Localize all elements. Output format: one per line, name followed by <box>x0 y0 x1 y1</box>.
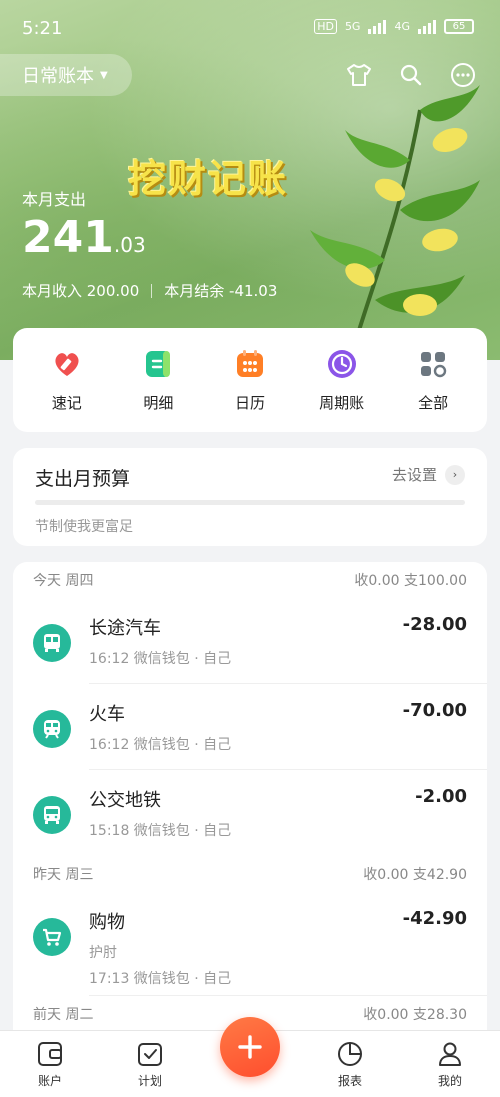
hero-header: 5:21 HD 5G 4G 65 日常账本 ▼ 挖财记账 本月支出 241.03… <box>0 0 500 360</box>
add-record-button[interactable] <box>220 1017 280 1077</box>
transaction-amount: -42.90 <box>402 908 467 929</box>
nav-accounts[interactable]: 账户 <box>10 1040 90 1089</box>
heart-pencil-icon <box>51 348 83 380</box>
quick-action-label: 周期账 <box>319 393 365 412</box>
signal-icon-2 <box>418 18 436 34</box>
nav-reports[interactable]: 报表 <box>310 1040 390 1089</box>
quick-action-label: 日历 <box>234 393 265 412</box>
network-5g-label: 5G <box>344 19 361 33</box>
plus-icon <box>238 1035 262 1059</box>
nav-label: 我的 <box>437 1073 462 1088</box>
train-icon <box>33 710 71 748</box>
battery-icon: 65 <box>444 18 474 34</box>
status-indicators: HD 5G 4G 65 <box>314 18 474 34</box>
quick-action-recurring[interactable]: 周期账 <box>302 348 382 413</box>
quick-action-label: 速记 <box>51 393 82 412</box>
grid-apps-icon <box>417 348 449 380</box>
nav-plan[interactable]: 计划 <box>110 1040 190 1089</box>
transaction-meta: 16:12 微信钱包 · 自己 <box>89 737 232 753</box>
bus-icon <box>33 624 71 662</box>
quick-action-calendar[interactable]: 日历 <box>210 348 290 413</box>
transaction-meta: 16:12 微信钱包 · 自己 <box>89 651 232 667</box>
budget-set-label: 去设置 <box>391 466 437 484</box>
chevron-right-icon: › <box>445 464 465 485</box>
budget-card[interactable]: 支出月预算 去设置 › 节制使我更富足 <box>13 448 487 546</box>
month-expense-label: 本月支出 <box>22 190 87 209</box>
transaction-row[interactable]: 购物 护肘 17:13 微信钱包 · 自己 -42.90 <box>33 892 487 996</box>
transaction-meta: 17:13 微信钱包 · 自己 <box>89 971 232 987</box>
expense-decimal: .03 <box>113 233 146 257</box>
quick-action-label: 全部 <box>418 393 449 412</box>
divider <box>151 283 153 298</box>
day-header: 今天 周四 收0.00 支100.00 <box>13 562 487 598</box>
wallet-icon <box>38 1041 62 1066</box>
transaction-row[interactable]: 公交地铁 15:18 微信钱包 · 自己 -2.00 <box>33 770 487 856</box>
network-4g-label: 4G <box>394 19 410 33</box>
budget-set-button[interactable]: 去设置 › <box>392 464 465 485</box>
day-header: 昨天 周三 收0.00 支42.90 <box>13 856 487 892</box>
budget-tip: 节制使我更富足 <box>35 519 133 535</box>
transaction-row[interactable]: 长途汽车 16:12 微信钱包 · 自己 -28.00 <box>33 598 487 684</box>
quick-action-label: 明细 <box>143 393 174 412</box>
quick-action-note[interactable]: 速记 <box>27 348 107 413</box>
transaction-amount: -2.00 <box>415 786 467 807</box>
month-expense-amount[interactable]: 241.03 <box>22 212 146 263</box>
nav-mine[interactable]: 我的 <box>410 1040 490 1089</box>
transaction-note: 护肘 <box>89 945 117 961</box>
day-summary: 收0.00 支42.90 <box>363 867 467 883</box>
day-label: 今天 周四 <box>33 573 94 589</box>
nav-label: 账户 <box>37 1073 62 1088</box>
book-name: 日常账本 <box>22 66 94 87</box>
signal-icon <box>368 18 387 34</box>
transaction-amount: -70.00 <box>402 700 467 721</box>
bottom-navigation: 账户 计划 报表 我的 <box>0 1017 500 1097</box>
transaction-category: 长途汽车 <box>89 618 161 639</box>
bus-icon <box>33 796 71 834</box>
quick-action-all[interactable]: 全部 <box>393 348 473 413</box>
budget-progress-bar <box>35 500 465 505</box>
quick-action-details[interactable]: 明细 <box>118 348 198 413</box>
transaction-category: 公交地铁 <box>89 790 161 811</box>
book-selector[interactable]: 日常账本 ▼ <box>0 54 132 96</box>
quick-actions-card: 速记 明细 日历 周期账 全部 <box>13 328 487 432</box>
day-label: 昨天 周三 <box>33 867 94 883</box>
expense-integer: 241 <box>22 212 114 263</box>
flower-decoration-illustration <box>310 85 480 360</box>
pie-chart-icon <box>338 1041 362 1066</box>
nav-label: 报表 <box>337 1073 362 1088</box>
cart-icon <box>33 918 71 956</box>
transaction-meta: 15:18 微信钱包 · 自己 <box>89 823 232 839</box>
income-balance-row: 本月收入 200.00 本月结余 -41.03 <box>22 280 277 301</box>
checklist-icon <box>138 1042 162 1066</box>
user-icon <box>439 1042 461 1066</box>
day-summary: 收0.00 支100.00 <box>354 573 467 589</box>
status-time: 5:21 <box>22 18 63 39</box>
detail-list-icon <box>142 348 174 380</box>
month-balance-text: 本月结余 -41.03 <box>164 282 278 300</box>
hd-badge: HD <box>314 18 337 34</box>
nav-add-record[interactable] <box>210 1017 290 1077</box>
transaction-amount: -28.00 <box>402 614 467 635</box>
budget-title: 支出月预算 <box>35 468 131 490</box>
transaction-list: 今天 周四 收0.00 支100.00 长途汽车 16:12 微信钱包 · 自己… <box>13 562 487 1082</box>
nav-label: 计划 <box>137 1073 162 1088</box>
status-bar: 5:21 HD 5G 4G 65 <box>0 0 500 56</box>
month-income-text: 本月收入 200.00 <box>22 282 140 300</box>
transaction-category: 购物 <box>89 912 125 933</box>
brand-logo-text: 挖财记账 <box>128 157 289 201</box>
transaction-row[interactable]: 火车 16:12 微信钱包 · 自己 -70.00 <box>33 684 487 770</box>
clock-cycle-icon <box>326 348 358 380</box>
calendar-icon <box>234 348 266 380</box>
day-summary: 收0.00 支28.30 <box>363 1007 467 1023</box>
caret-down-icon: ▼ <box>100 69 108 81</box>
transaction-category: 火车 <box>89 704 125 725</box>
day-label: 前天 周二 <box>33 1007 94 1023</box>
